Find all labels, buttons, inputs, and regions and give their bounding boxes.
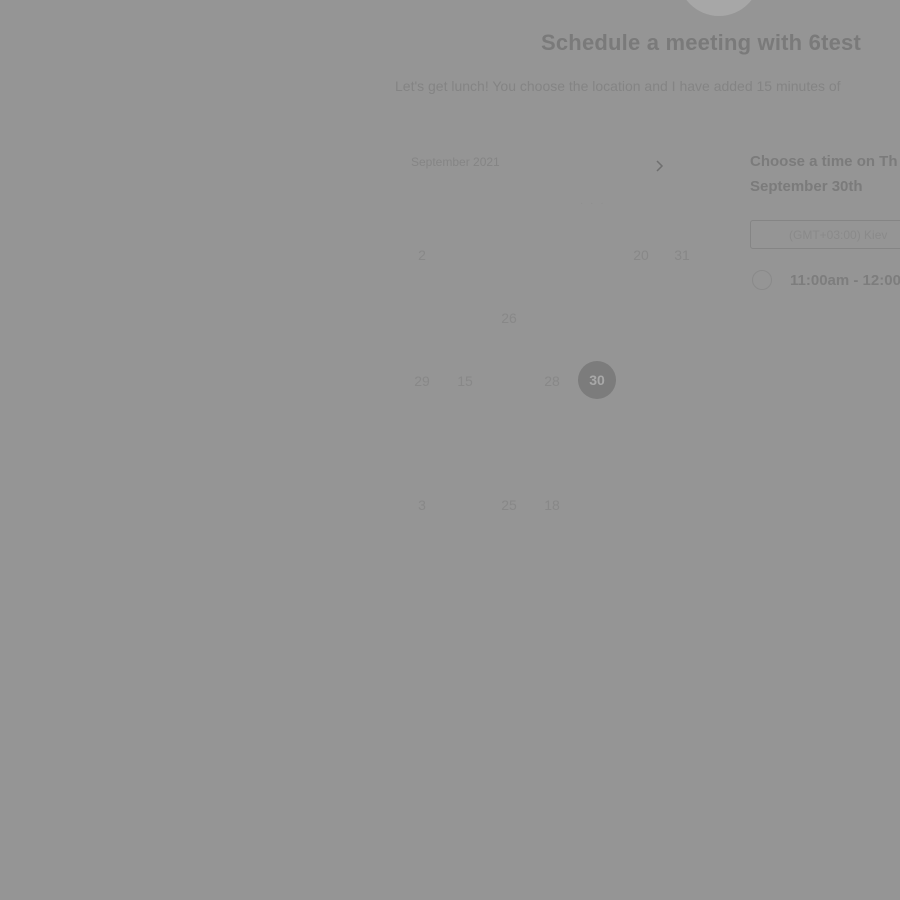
- host-avatar: [678, 0, 760, 16]
- calendar-day[interactable]: 26: [492, 310, 526, 326]
- calendar-month-label: September 2021: [411, 155, 500, 169]
- calendar-day[interactable]: 29: [405, 373, 439, 389]
- time-picker-heading-line1: Choose a time on Th: [750, 153, 898, 170]
- meeting-description: Let's get lunch! You choose the location…: [395, 78, 841, 94]
- weekday-header: · · ·: [580, 198, 606, 209]
- time-slot-label: 11:00am - 12:00: [790, 272, 900, 289]
- calendar-day[interactable]: 28: [535, 373, 569, 389]
- calendar-day[interactable]: 3: [405, 497, 439, 513]
- calendar-day-selected[interactable]: 30: [578, 361, 616, 399]
- calendar-day[interactable]: 31: [665, 247, 699, 263]
- chevron-right-icon: [656, 160, 664, 172]
- timezone-select[interactable]: (GMT+03:00) Kiev: [750, 220, 900, 249]
- calendar-day[interactable]: 15: [448, 373, 482, 389]
- calendar-day[interactable]: 2: [405, 247, 439, 263]
- time-picker-heading: Choose a time on Th September 30th: [750, 149, 898, 199]
- calendar-day[interactable]: 20: [624, 247, 658, 263]
- calendar-day[interactable]: 25: [492, 497, 526, 513]
- radio-button[interactable]: [752, 270, 772, 290]
- next-month-button[interactable]: [651, 157, 669, 175]
- page-title: Schedule a meeting with 6test: [541, 30, 861, 55]
- calendar-day[interactable]: 18: [535, 497, 569, 513]
- time-picker-heading-line2: September 30th: [750, 178, 863, 195]
- timezone-value: (GMT+03:00) Kiev: [789, 228, 888, 242]
